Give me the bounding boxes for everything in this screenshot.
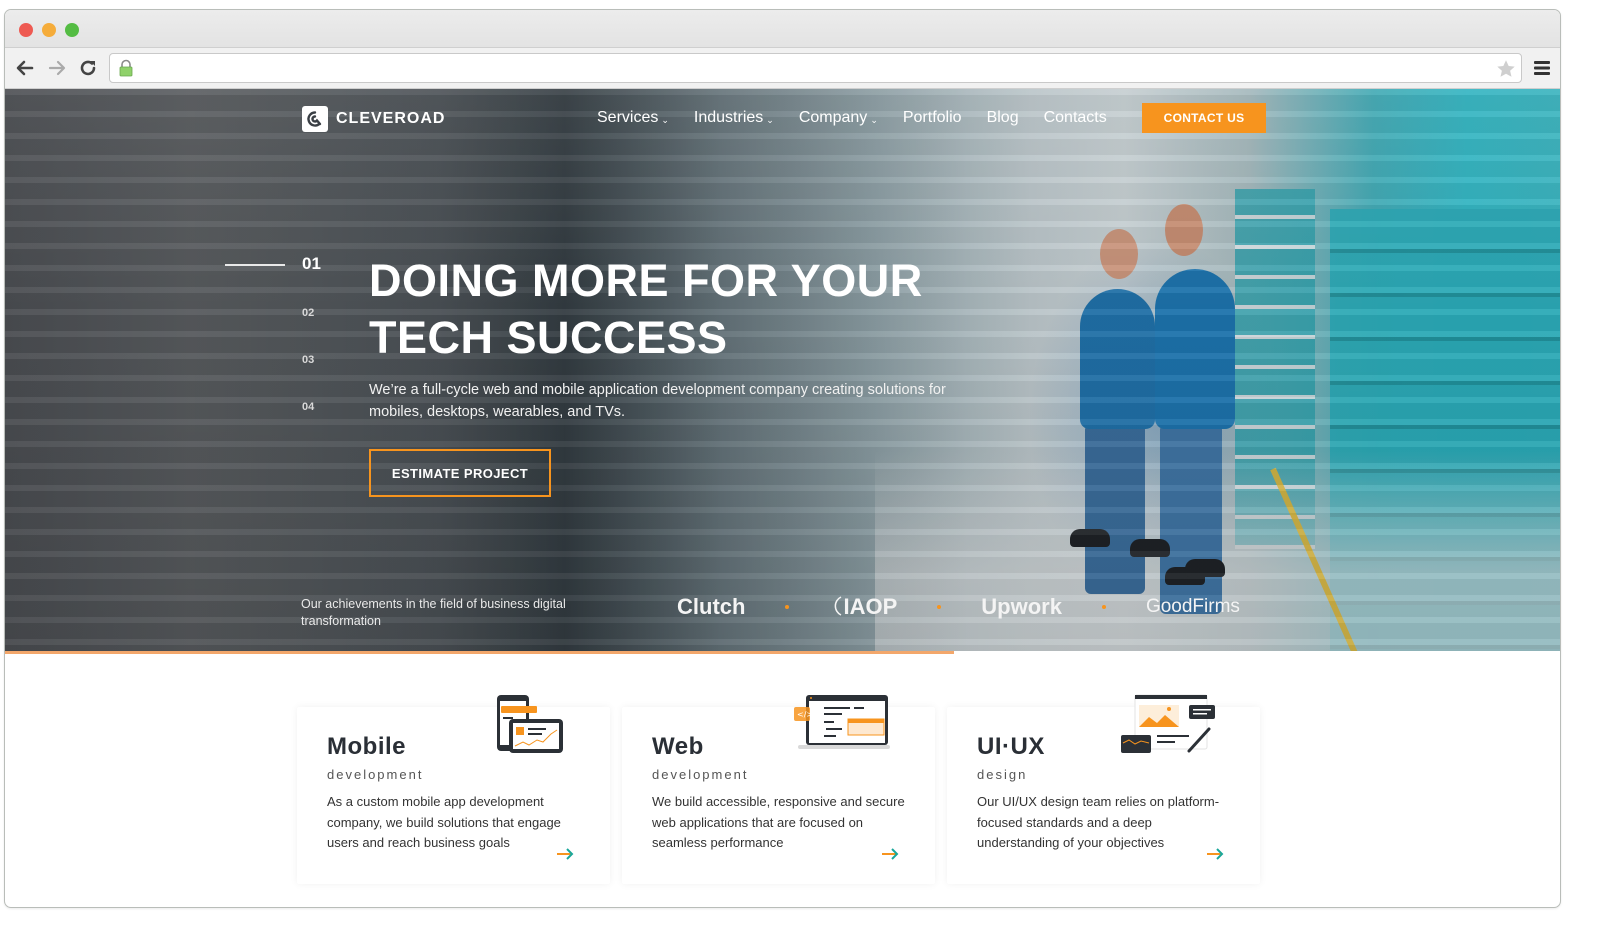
active-slide-indicator — [225, 264, 285, 266]
card-title: Web — [652, 733, 704, 760]
card-subtitle: development — [652, 767, 749, 782]
card-description: As a custom mobile app development compa… — [327, 794, 561, 850]
contact-us-button[interactable]: CONTACT US — [1142, 103, 1266, 133]
card-title: UI·UX — [977, 733, 1045, 760]
back-button[interactable] — [13, 56, 37, 80]
separator-dot — [785, 605, 790, 609]
minimize-window-button[interactable] — [42, 23, 56, 37]
services-cards: Mobile development As a custom mobile ap… — [297, 694, 1260, 884]
forward-button[interactable] — [45, 56, 69, 80]
maximize-window-button[interactable] — [65, 23, 79, 37]
hero-title-line: TECH SUCCESS — [369, 312, 728, 363]
nav-company[interactable]: Company ⌄ — [799, 109, 878, 127]
hero-section: CLEVEROAD Services ⌄ Industries ⌄ Company ⌄… — [5, 89, 1560, 651]
nav-industries[interactable]: Industries ⌄ — [694, 109, 774, 127]
lock-icon — [119, 59, 133, 77]
chevron-down-icon: ⌄ — [870, 114, 878, 125]
main-nav: Services ⌄ Industries ⌄ Company ⌄ Portfolio… — [597, 109, 1132, 127]
arrow-left-icon — [16, 60, 34, 76]
card-description: Our UI/UX design team relies on platform… — [977, 794, 1220, 850]
title-bar — [5, 10, 1560, 48]
slide-01[interactable]: 01 — [302, 254, 321, 274]
nav-portfolio[interactable]: Portfolio — [903, 109, 962, 127]
separator-dot — [937, 605, 942, 609]
award-label: IAOP — [843, 594, 898, 619]
uiux-illustration-icon — [1121, 694, 1215, 753]
arrow-right-icon — [48, 60, 66, 76]
browser-toolbar — [5, 48, 1560, 89]
slide-04[interactable]: 04 — [302, 401, 314, 413]
nav-blog[interactable]: Blog — [987, 109, 1019, 127]
bookmark-star-icon[interactable] — [1495, 58, 1517, 80]
awards-row: Clutch IAOP Upwork GoodFirms — [677, 594, 1240, 620]
separator-dot — [1101, 605, 1106, 609]
card-subtitle: design — [977, 767, 1028, 782]
award-clutch[interactable]: Clutch — [677, 594, 745, 620]
nav-label: Contacts — [1043, 109, 1107, 126]
slide-progress-bar — [5, 651, 1560, 654]
web-illustration-icon: </> — [794, 695, 890, 749]
achievements-text: Our achievements in the field of busines… — [301, 597, 566, 628]
close-window-button[interactable] — [19, 23, 33, 37]
svg-text:</>: </> — [797, 710, 813, 719]
arrow-right-icon[interactable] — [556, 848, 574, 860]
slide-02[interactable]: 02 — [302, 307, 314, 319]
card-description: We build accessible, responsive and secu… — [652, 794, 905, 850]
hero-title-line: DOING MORE FOR YOUR — [369, 255, 923, 306]
reload-button[interactable] — [76, 56, 100, 80]
slide-progress-fill — [5, 651, 954, 654]
address-bar[interactable] — [109, 53, 1522, 83]
nav-contacts[interactable]: Contacts — [1044, 109, 1107, 127]
nav-label: Portfolio — [902, 109, 962, 126]
award-upwork[interactable]: Upwork — [981, 594, 1062, 620]
arrow-right-icon[interactable] — [881, 848, 899, 860]
service-card-mobile[interactable]: Mobile development As a custom mobile ap… — [297, 695, 610, 884]
browser-window: CLEVEROAD Services ⌄ Industries ⌄ Company ⌄… — [4, 9, 1561, 908]
chevron-down-icon: ⌄ — [661, 114, 669, 125]
nav-label: Industries — [693, 109, 764, 126]
hero-overlay — [5, 89, 1560, 651]
slide-03[interactable]: 03 — [302, 354, 314, 366]
arrow-right-icon[interactable] — [1206, 848, 1224, 860]
page-viewport: CLEVEROAD Services ⌄ Industries ⌄ Company ⌄… — [5, 89, 1560, 907]
hamburger-menu-icon[interactable] — [1532, 58, 1552, 78]
nav-label: Company — [798, 109, 868, 126]
reload-icon — [80, 60, 96, 76]
nav-services[interactable]: Services ⌄ — [597, 109, 669, 127]
hero-subtitle: We’re a full-cycle web and mobile applic… — [369, 382, 946, 420]
iaop-arc-icon — [835, 596, 842, 616]
cleveroad-logo-icon — [302, 106, 328, 132]
brand-name: CLEVEROAD — [336, 110, 446, 127]
brand-logo[interactable]: CLEVEROAD — [302, 106, 445, 132]
award-goodfirms[interactable]: GoodFirms — [1146, 596, 1240, 618]
award-iaop[interactable]: IAOP — [829, 594, 897, 620]
service-card-web[interactable]: </> Web development We build accessible,… — [622, 695, 935, 884]
chevron-down-icon: ⌄ — [766, 114, 774, 125]
service-card-uiux[interactable]: UI·UX design Our UI/UX design team relie… — [947, 694, 1260, 884]
card-title: Mobile — [327, 733, 406, 760]
card-subtitle: development — [327, 767, 424, 782]
hero-title: DOING MORE FOR YOUR TECH SUCCESS — [369, 252, 1009, 366]
nav-label: Blog — [986, 109, 1019, 126]
nav-label: Services — [597, 109, 659, 126]
mobile-illustration-icon — [497, 695, 563, 753]
estimate-project-button[interactable]: ESTIMATE PROJECT — [369, 449, 551, 497]
